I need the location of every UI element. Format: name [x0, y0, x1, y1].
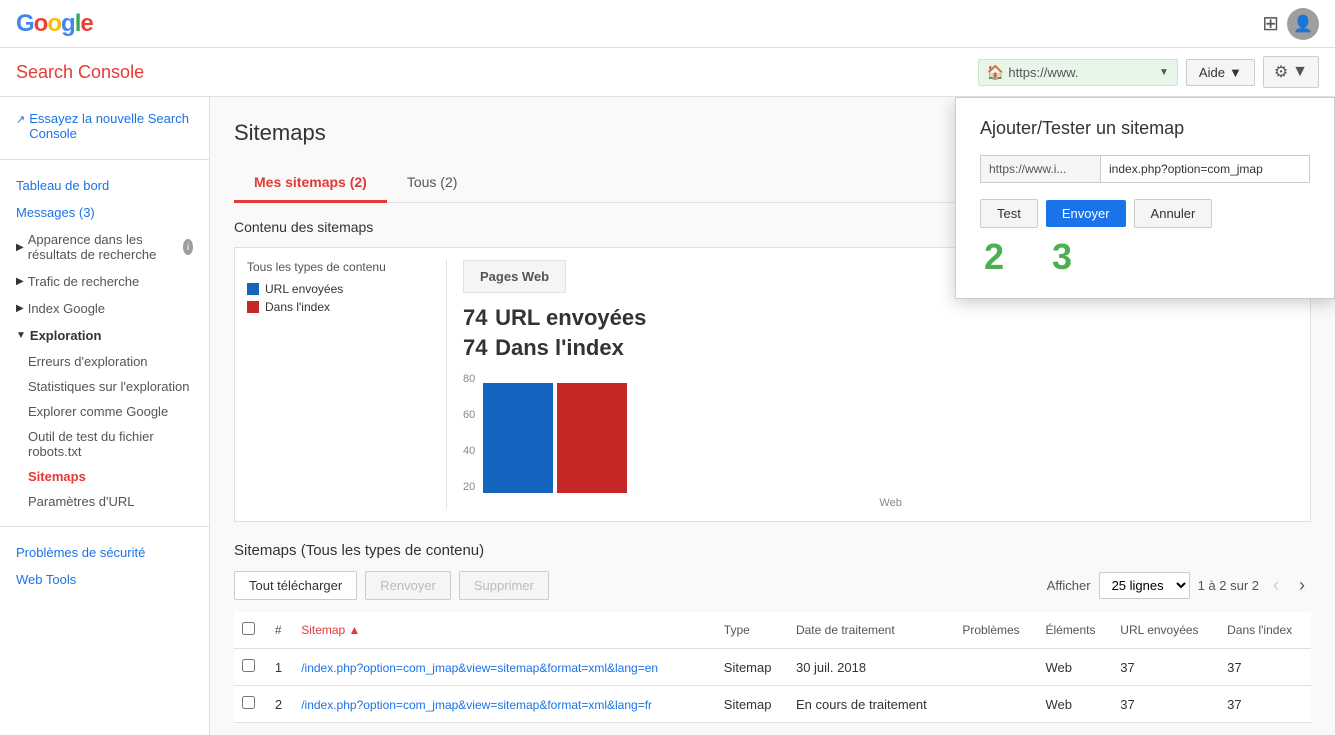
grid-icon[interactable]: ⊞ [1262, 11, 1279, 36]
sidebar-section-bottom: Problèmes de sécurité Web Tools [0, 531, 209, 601]
settings-dropdown-icon: ▼ [1292, 63, 1308, 81]
aide-button[interactable]: Aide ▼ [1186, 59, 1255, 86]
url-bar[interactable]: 🏠 https://www. ▼ [978, 59, 1178, 86]
top-bar-right: ⊞ 👤 [1262, 8, 1319, 40]
google-logo: Google [16, 10, 93, 38]
external-link-icon: ↗ [16, 113, 25, 126]
sidebar-item-index[interactable]: ▶ Index Google [0, 295, 209, 322]
settings-button[interactable]: ⚙ ▼ [1263, 56, 1319, 88]
modal-overlay: Ajouter/Tester un sitemap https://www.i.… [210, 97, 1335, 735]
layout: ↗ Essayez la nouvelle Search Console Tab… [0, 97, 1335, 735]
modal-url-row: https://www.i... [980, 155, 1310, 183]
sidebar-item-erreurs[interactable]: Erreurs d'exploration [0, 349, 209, 374]
avatar[interactable]: 👤 [1287, 8, 1319, 40]
collapse-icon: ▼ [16, 330, 26, 341]
expand-icon: ▶ [16, 242, 24, 253]
annuler-button[interactable]: Annuler [1134, 199, 1213, 228]
sidebar-item-tableau[interactable]: Tableau de bord [0, 172, 209, 199]
sidebar: ↗ Essayez la nouvelle Search Console Tab… [0, 97, 210, 735]
dropdown-icon: ▼ [1229, 65, 1242, 80]
sidebar-item-webtools[interactable]: Web Tools [0, 566, 209, 593]
main-content: Sitemaps AJOUTER/TESTER UN SITEMAP Mes s… [210, 97, 1335, 735]
sidebar-item-parametres[interactable]: Paramètres d'URL [0, 489, 209, 514]
home-icon: 🏠 [987, 64, 1004, 81]
url-display: https://www. [1008, 65, 1155, 80]
modal-title: Ajouter/Tester un sitemap [980, 118, 1310, 139]
dropdown-arrow-icon: ▼ [1159, 67, 1169, 78]
sc-header: Search Console 🏠 https://www. ▼ Aide ▼ ⚙… [0, 48, 1335, 97]
sidebar-item-statistiques[interactable]: Statistiques sur l'exploration [0, 374, 209, 399]
sidebar-item-problemes[interactable]: Problèmes de sécurité [0, 539, 209, 566]
sc-header-right: 🏠 https://www. ▼ Aide ▼ ⚙ ▼ [978, 56, 1319, 88]
sidebar-item-apparence[interactable]: ▶ Apparence dans les résultats de recher… [0, 226, 209, 268]
test-button[interactable]: Test [980, 199, 1038, 228]
sidebar-item-robots[interactable]: Outil de test du fichier robots.txt [0, 424, 209, 464]
gear-icon: ⚙ [1274, 62, 1288, 82]
modal-url-prefix: https://www.i... [980, 155, 1100, 183]
envoyer-button[interactable]: Envoyer [1046, 200, 1126, 227]
sidebar-item-explorer[interactable]: Explorer comme Google [0, 399, 209, 424]
sidebar-item-sitemaps[interactable]: Sitemaps [0, 464, 209, 489]
info-icon: i [183, 239, 193, 255]
modal-box: Ajouter/Tester un sitemap https://www.i.… [955, 97, 1335, 299]
modal-number-3: 3 [1052, 236, 1072, 278]
top-bar: Google ⊞ 👤 [0, 0, 1335, 48]
modal-buttons: Test Envoyer Annuler 1 [980, 199, 1310, 228]
expand-icon: ▶ [16, 303, 24, 314]
main-inner: Sitemaps AJOUTER/TESTER UN SITEMAP Mes s… [210, 97, 1335, 735]
sidebar-item-trafic[interactable]: ▶ Trafic de recherche [0, 268, 209, 295]
sidebar-item-messages[interactable]: Messages (3) [0, 199, 209, 226]
modal-url-input[interactable] [1100, 155, 1310, 183]
top-bar-left: Google [16, 10, 93, 38]
sidebar-item-exploration[interactable]: ▼ Exploration [0, 322, 209, 349]
sidebar-section-top: ↗ Essayez la nouvelle Search Console [0, 97, 209, 155]
search-console-title: Search Console [16, 62, 144, 83]
sidebar-section-main: Tableau de bord Messages (3) ▶ Apparence… [0, 164, 209, 522]
sidebar-new-console[interactable]: ↗ Essayez la nouvelle Search Console [0, 105, 209, 147]
expand-icon: ▶ [16, 276, 24, 287]
modal-number-2: 2 [984, 236, 1004, 278]
